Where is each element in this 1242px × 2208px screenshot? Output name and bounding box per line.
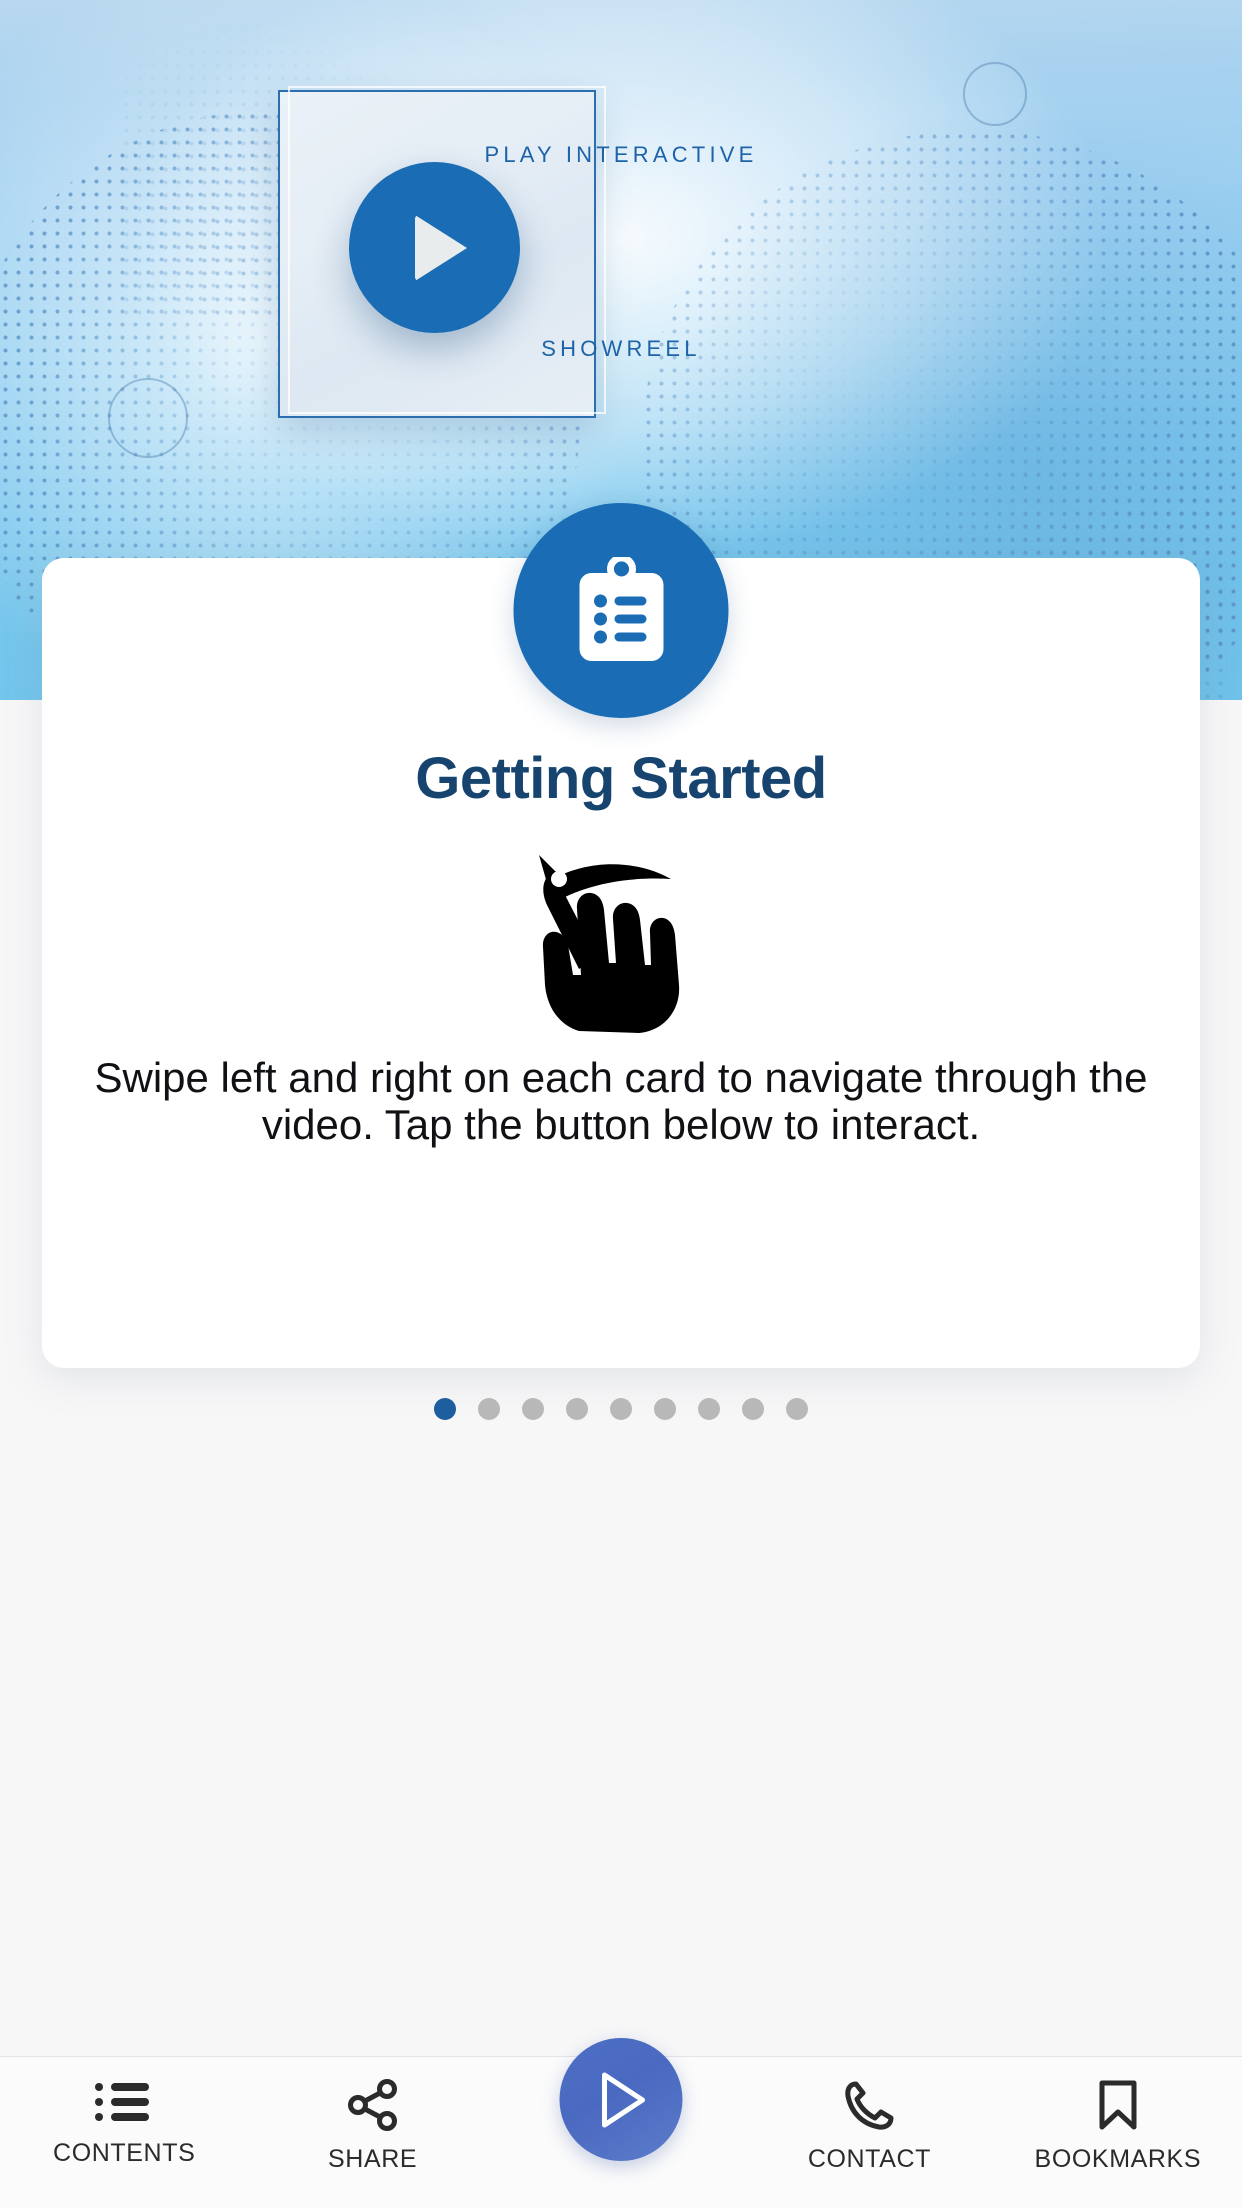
decorative-circle-bottom-left [108, 378, 188, 458]
play-icon [601, 2072, 645, 2127]
pagination-dot[interactable] [698, 1398, 720, 1420]
pagination-dot[interactable] [786, 1398, 808, 1420]
pagination-dot[interactable] [654, 1398, 676, 1420]
tab-label: CONTENTS [53, 2139, 196, 2167]
page-title: Getting Started [415, 746, 827, 811]
play-fab-button[interactable] [559, 2038, 683, 2161]
tab-share[interactable]: SHARE [248, 2057, 496, 2208]
pagination-dot[interactable] [566, 1398, 588, 1420]
tab-contents[interactable]: CONTENTS [0, 2057, 248, 2208]
pagination-dot[interactable] [742, 1398, 764, 1420]
swipe-hand-icon [521, 835, 721, 1035]
card-description: Swipe left and right on each card to nav… [94, 1054, 1148, 1149]
play-icon [414, 214, 467, 281]
pagination-dot[interactable] [610, 1398, 632, 1420]
list-icon [95, 2083, 150, 2121]
tab-contact[interactable]: CONTACT [745, 2057, 993, 2208]
tab-label: CONTACT [807, 2145, 931, 2173]
tab-label: BOOKMARKS [1034, 2145, 1202, 2173]
tab-label: SHARE [328, 2145, 418, 2173]
showreel-label-bottom: SHOWREEL [541, 336, 701, 361]
pagination-dots[interactable] [0, 1398, 1242, 1420]
decorative-circle-top-right [963, 62, 1027, 126]
pagination-dot[interactable] [522, 1398, 544, 1420]
play-showreel-button[interactable] [349, 162, 520, 333]
phone-icon [845, 2081, 894, 2130]
pagination-dot[interactable] [434, 1398, 456, 1420]
showreel-label-top: PLAY INTERACTIVE [484, 142, 758, 167]
bookmark-icon [1099, 2080, 1137, 2130]
app-root: PLAY INTERACTIVE SHOWREEL Getting Starte… [0, 0, 1242, 2208]
pagination-dot[interactable] [478, 1398, 500, 1420]
tab-bookmarks[interactable]: BOOKMARKS [994, 2057, 1242, 2208]
share-icon [347, 2079, 397, 2131]
clipboard-checklist-icon [579, 556, 663, 661]
card-badge [513, 503, 729, 718]
